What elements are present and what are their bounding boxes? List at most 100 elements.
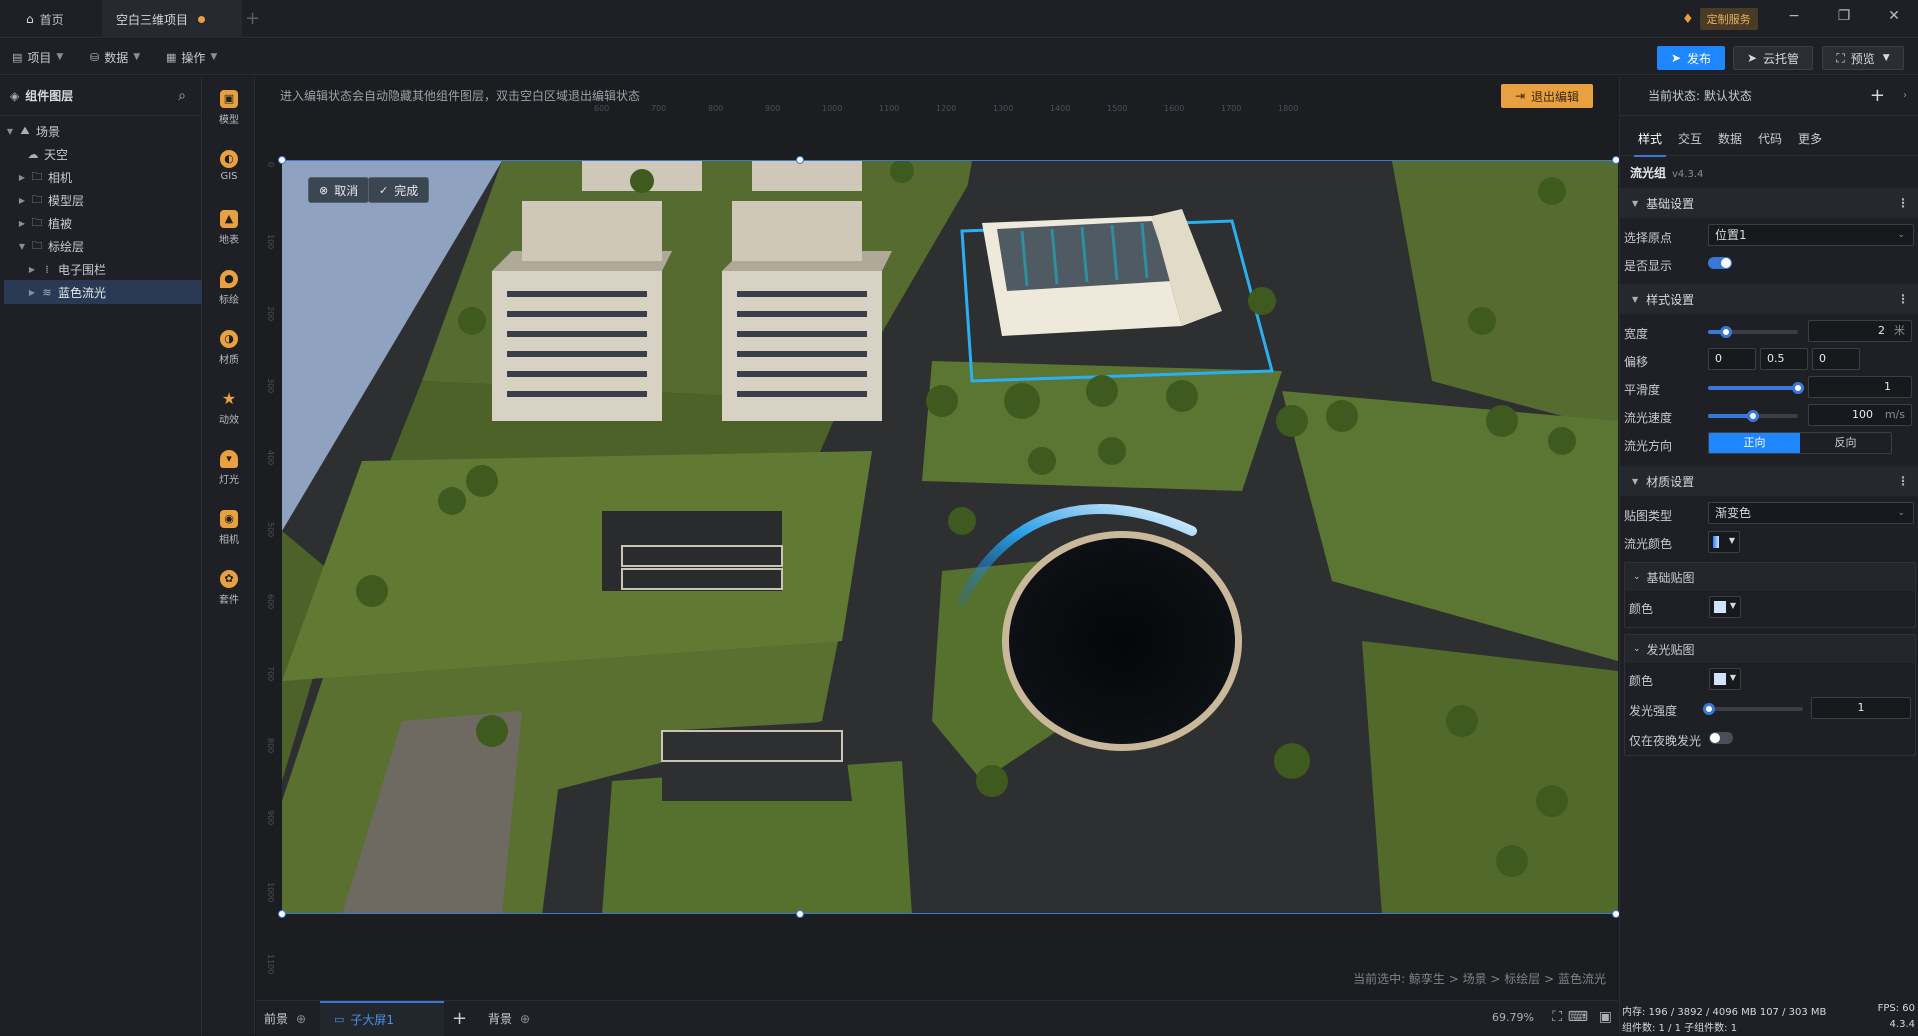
origin-select[interactable]: 位置1 ⌄ [1708, 224, 1914, 246]
direction-reverse[interactable]: 反向 [1800, 433, 1891, 453]
tree-item-camera[interactable]: ▶ 🗀 相机 [4, 165, 202, 189]
section-style[interactable]: ▼ 样式设置 ⋮ [1620, 284, 1918, 314]
tab-data[interactable]: 数据 [1718, 130, 1742, 147]
section-basic[interactable]: ▼ 基础设置 ⋮ [1620, 188, 1918, 218]
smooth-slider[interactable] [1708, 382, 1804, 394]
rail-light[interactable]: ▾ 灯光 [203, 444, 255, 500]
tree-item-fence[interactable]: ▶ ⁞ 电子围栏 [4, 257, 202, 281]
expand-arrow-icon[interactable]: ▶ [26, 288, 38, 297]
visible-toggle[interactable] [1708, 257, 1732, 269]
offset-z-input[interactable]: 0 [1812, 348, 1860, 370]
rail-camera[interactable]: ◉ 相机 [203, 504, 255, 560]
expand-arrow-icon[interactable]: ▼ [16, 242, 28, 251]
rail-terrain[interactable]: ▲ 地表 [203, 204, 255, 260]
exit-edit-button[interactable]: ⇥ 退出编辑 [1501, 84, 1593, 108]
tab-background[interactable]: 背景 ⊕ [488, 1001, 558, 1036]
rail-plot[interactable]: ● 标绘 [203, 264, 255, 320]
flow-color-picker[interactable]: ▼ [1708, 531, 1740, 553]
tab-more[interactable]: 更多 [1798, 130, 1822, 147]
add-state-plus-icon[interactable]: + [1870, 85, 1885, 106]
section-material[interactable]: ▼ 材质设置 ⋮ [1620, 466, 1918, 496]
map-type-select[interactable]: 渐变色 ⌄ [1708, 502, 1914, 524]
tree-item-model-layer[interactable]: ▶ 🗀 模型层 [4, 188, 202, 212]
custom-service[interactable]: ♦ 定制服务 [1682, 8, 1758, 30]
width-slider[interactable] [1708, 326, 1798, 338]
base-map-header[interactable]: ⌄ 基础贴图 [1625, 563, 1915, 591]
glow-intensity-slider[interactable] [1703, 703, 1803, 715]
night-glow-toggle[interactable] [1709, 732, 1733, 744]
close-icon[interactable]: ✕ [1884, 8, 1904, 28]
tab-sub-screen-1[interactable]: ▭ 子大屏1 [320, 1001, 444, 1036]
offset-y-input[interactable]: 0.5 [1760, 348, 1808, 370]
tree-item-blue-flow[interactable]: ▶ ≋ 蓝色流光 [4, 280, 202, 304]
cloud-hosting-button[interactable]: ➤ 云托管 [1733, 46, 1813, 70]
menu-project[interactable]: ▤ 项目 ▼ [12, 47, 63, 67]
speed-input[interactable]: 100 m/s [1808, 404, 1912, 426]
new-tab-plus-icon[interactable]: + [245, 8, 260, 29]
resize-handle-bottom-left[interactable] [278, 910, 286, 918]
3d-scene-viewport[interactable]: ⊗ 取消 ✓ 完成 [282, 160, 1618, 914]
more-vertical-icon[interactable]: ⋮ [1897, 474, 1909, 488]
rail-model[interactable]: ▣ 模型 [203, 84, 255, 140]
resize-handle-top[interactable] [796, 156, 804, 164]
tree-item-sky[interactable]: ☁ 天空 [4, 142, 202, 166]
publish-button[interactable]: ➤ 发布 [1657, 46, 1725, 70]
tab-home[interactable]: ⌂ 首页 [12, 0, 100, 38]
tab-style[interactable]: 样式 [1633, 130, 1667, 157]
search-icon[interactable]: ⌕ [178, 88, 186, 104]
offset-x-input[interactable]: 0 [1708, 348, 1756, 370]
done-button[interactable]: ✓ 完成 [368, 177, 430, 203]
smooth-input[interactable]: 1 [1808, 376, 1912, 398]
glow-color-picker[interactable]: ▼ [1709, 668, 1741, 690]
rail-effects[interactable]: ★ 动效 [203, 384, 255, 440]
expand-arrow-icon[interactable]: ▶ [26, 265, 38, 274]
add-circle-icon[interactable]: ⊕ [520, 1012, 530, 1026]
resize-handle-bottom[interactable] [796, 910, 804, 918]
fit-screen-icon[interactable]: ⛶ [1552, 1009, 1562, 1025]
preview-button[interactable]: ⛶ 预览 ▼ [1822, 46, 1904, 70]
tab-interaction[interactable]: 交互 [1678, 130, 1702, 147]
tree-item-scene[interactable]: ▼ ⛰ 场景 [4, 119, 202, 143]
title-bar: ⌂ 首页 空白三维项目 + ♦ 定制服务 − ❐ ✕ [0, 0, 1918, 38]
base-color-picker[interactable]: ▼ [1709, 596, 1741, 618]
speed-slider[interactable] [1708, 410, 1798, 422]
tree-item-vegetation[interactable]: ▶ 🗀 植被 [4, 211, 202, 235]
expand-arrow-icon[interactable]: ▼ [4, 127, 16, 136]
cube-icon: ▣ [220, 90, 238, 108]
minimize-icon[interactable]: − [1784, 8, 1804, 28]
current-state[interactable]: 当前状态: 默认状态 + › [1620, 76, 1918, 116]
slider-knob[interactable] [1703, 703, 1715, 715]
glow-map-header[interactable]: ⌄ 发光贴图 [1625, 635, 1915, 663]
tab-code[interactable]: 代码 [1758, 130, 1782, 147]
menu-operation[interactable]: ▦ 操作 ▼ [166, 47, 217, 67]
terminal-icon[interactable]: ▣ [1599, 1009, 1612, 1025]
rail-gis[interactable]: ◐ GIS [203, 144, 255, 200]
slider-knob[interactable] [1720, 326, 1732, 338]
restore-icon[interactable]: ❐ [1834, 8, 1854, 28]
resize-handle-top-left[interactable] [278, 156, 286, 164]
width-input[interactable]: 2 米 [1808, 320, 1912, 342]
more-vertical-icon[interactable]: ⋮ [1897, 196, 1909, 210]
expand-arrow-icon[interactable]: ▶ [16, 173, 28, 182]
direction-forward[interactable]: 正向 [1709, 433, 1800, 453]
tab-foreground[interactable]: 前景 ⊕ [264, 1001, 320, 1036]
tree-item-plot-layer[interactable]: ▼ 🗀 标绘层 [4, 234, 202, 258]
custom-service-button[interactable]: 定制服务 [1699, 8, 1758, 30]
chevron-right-icon[interactable]: › [1903, 90, 1907, 101]
rail-material[interactable]: ◑ 材质 [203, 324, 255, 380]
slider-knob[interactable] [1747, 410, 1759, 422]
expand-arrow-icon[interactable]: ▶ [16, 219, 28, 228]
add-circle-icon[interactable]: ⊕ [296, 1012, 306, 1026]
more-vertical-icon[interactable]: ⋮ [1897, 292, 1909, 306]
glow-intensity-input[interactable]: 1 [1811, 697, 1911, 719]
keyboard-icon[interactable]: ⌨ [1568, 1009, 1588, 1025]
rail-kit[interactable]: ✿ 套件 [203, 564, 255, 620]
zoom-level[interactable]: 69.79% [1492, 1011, 1534, 1024]
add-screen-plus-icon[interactable]: + [452, 1001, 476, 1036]
cancel-button[interactable]: ⊗ 取消 [308, 177, 370, 203]
expand-arrow-icon[interactable]: ▶ [16, 196, 28, 205]
menu-data[interactable]: ⛁ 数据 ▼ [90, 47, 140, 67]
editor-canvas[interactable]: 进入编辑状态会自动隐藏其他组件图层，双击空白区域退出编辑状态 600 700 800… [256, 76, 1620, 1000]
slider-knob[interactable] [1792, 382, 1804, 394]
tab-project[interactable]: 空白三维项目 [102, 0, 242, 38]
